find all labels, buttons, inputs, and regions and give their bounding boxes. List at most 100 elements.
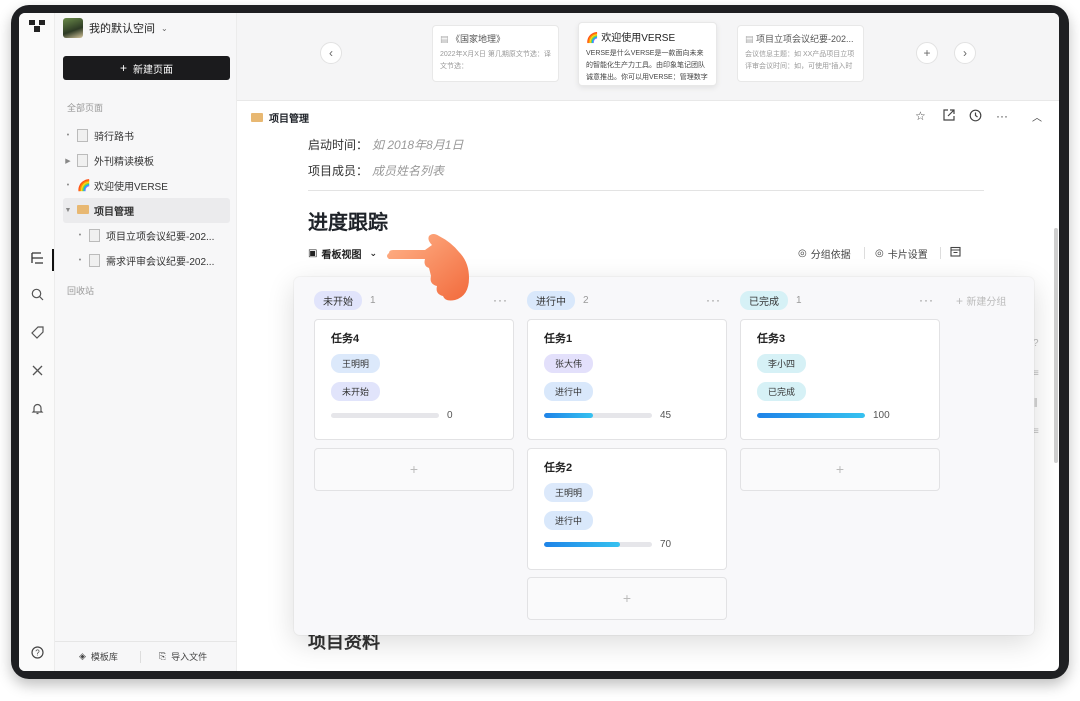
plus-icon: + [956,294,967,308]
column-status-pill: 未开始 [314,290,362,310]
more-icon[interactable]: ··· [919,293,934,307]
sidebar-item-kickoff-minutes[interactable]: • 项目立项会议纪要-202... [63,223,230,248]
tab-title: 《国家地理》 [451,34,506,44]
task-card[interactable]: 任务2 王明明 进行中 70 [527,448,727,570]
person-tag: 张大伟 [544,354,594,373]
tab-national-geographic[interactable]: ▤ 《国家地理》 2022年X月X日 第几期原文节选：译文节选： [432,25,559,82]
search-icon[interactable] [28,288,46,306]
tab-kickoff-minutes[interactable]: ▤ 项目立项会议纪要-202... 会议信息主题：如 XX产品项目立项评审会议时… [737,25,864,82]
templates-button[interactable]: ◈ 模板库 [79,650,118,663]
column-header[interactable]: 未开始 1 [314,290,376,310]
kanban-board: 未开始 1 ··· 任务4 王明明 未开始 0 + 进行中 2 ··· 任务1 … [294,277,1034,635]
tab-snippet: 会议信息主题：如 XX产品项目立项评审会议时间：如，可使用“插入时间”添加地点：… [745,51,855,70]
members-value[interactable]: 成员姓名列表 [372,164,444,178]
help-icon[interactable]: ? [28,646,46,664]
progress: 45 [544,410,710,421]
column-count: 1 [370,294,376,306]
toolbar-divider [940,247,941,259]
scrollbar[interactable] [1054,228,1058,463]
layers-icon: ◈ [79,651,86,661]
add-tab-button[interactable]: + [916,42,938,64]
chevron-down-icon[interactable]: ▼ [63,207,73,214]
divider [308,190,984,191]
person-tag: 王明明 [544,483,594,502]
workspace-switcher[interactable]: 我的默认空间 ⌄ [63,17,168,39]
more-icon[interactable]: ··· [706,293,721,307]
trash-link[interactable]: 回收站 [67,284,94,297]
sidebar-item-label: 外刊精读模板 [94,157,154,168]
new-group-button[interactable]: + 新建分组 [956,293,1006,308]
column-header[interactable]: 进行中 2 [527,290,589,310]
status-tag: 进行中 [544,382,594,401]
workspace-name: 我的默认空间 [89,23,155,35]
chevron-right-icon[interactable]: ▶ [63,157,73,165]
svg-text:?: ? [35,649,40,658]
outline-icon[interactable] [28,251,46,269]
workspace-avatar [63,18,83,38]
share-icon[interactable] [943,109,955,124]
more-icon[interactable]: ··· [996,109,1008,123]
new-page-button[interactable]: + 新建页面 [63,56,230,80]
group-by-button[interactable]: ◎ 分组依据 [798,246,851,261]
progress: 0 [331,410,497,421]
status-tag: 已完成 [757,382,807,401]
progress-fill [757,413,865,418]
rainbow-icon: 🌈 [77,180,91,192]
tab-snippet: VERSE是什么VERSE是一款面向未来的智能化生产力工具。由印象笔记团队诚意推… [586,50,708,81]
column-header[interactable]: 已完成 1 [740,290,802,310]
card-settings-button[interactable]: ◎ 卡片设置 [875,246,928,261]
start-time-value[interactable]: 如 2018年8月1日 [372,138,463,152]
members-property[interactable]: 项目成员： 成员姓名列表 [308,162,444,179]
app-logo-icon[interactable] [28,19,46,37]
sidebar-item-label: 骑行路书 [94,132,134,143]
tab-snippet: 2022年X月X日 第几期原文节选：译文节选： [440,51,551,70]
sidebar: 我的默认空间 ⌄ + 新建页面 全部页面 • 骑行路书 ▶ 外刊精读模板 • 🌈… [55,13,237,671]
chevron-right-icon[interactable]: › [954,42,976,64]
all-pages-label: 全部页面 [67,103,104,113]
collapse-icon[interactable]: ︿ [1032,109,1042,124]
sidebar-item-riding-book[interactable]: • 骑行路书 [63,123,230,148]
new-group-label: 新建分组 [966,297,1007,308]
sidebar-item-welcome-verse[interactable]: • 🌈 欢迎使用VERSE [63,173,230,198]
members-label: 项目成员： [308,164,369,178]
sidebar-item-review-minutes[interactable]: • 需求评审会议纪要-202... [63,248,230,273]
task-card[interactable]: 任务1 张大伟 进行中 45 [527,319,727,440]
board-view-icon: ▣ [308,248,318,259]
add-card-button[interactable]: + [314,448,514,491]
import-icon: ⎘ [158,651,167,661]
progress-value: 45 [660,410,672,421]
task-title: 任务2 [544,462,573,474]
folder-icon [77,204,89,217]
chevron-left-icon[interactable]: ‹ [320,42,342,64]
sidebar-item-project-management[interactable]: ▼ 项目管理 [63,198,230,223]
progress-bar [544,413,652,418]
sidebar-item-reading-template[interactable]: ▶ 外刊精读模板 [63,148,230,173]
add-card-button[interactable]: + [527,577,727,620]
import-file-button[interactable]: ⎘ 导入文件 [159,650,207,663]
doc-icon [89,229,100,242]
task-card[interactable]: 任务3 李小四 已完成 100 [740,319,940,440]
bell-icon[interactable] [28,402,46,420]
breadcrumb[interactable]: 项目管理 [251,110,309,125]
tools-icon[interactable] [28,364,46,382]
task-card[interactable]: 任务4 王明明 未开始 0 [314,319,514,440]
page-tree: • 骑行路书 ▶ 外刊精读模板 • 🌈 欢迎使用VERSE ▼ 项目管理 • 项… [63,123,230,273]
tab-title: 欢迎使用VERSE [601,33,676,44]
history-icon[interactable] [969,109,982,125]
doc-icon [89,254,100,267]
doc-icon: ▤ [440,34,452,44]
chevron-down-icon: ⌄ [369,248,377,258]
breadcrumb-title: 项目管理 [269,114,309,125]
start-time-property[interactable]: 启动时间：如 2018年8月1日 [308,136,463,153]
add-card-button[interactable]: + [740,448,940,491]
tab-welcome-verse[interactable]: 🌈 欢迎使用VERSE VERSE是什么VERSE是一款面向未来的智能化生产力工… [578,22,717,86]
column-count: 1 [796,294,802,306]
star-icon[interactable]: ☆ [915,109,926,123]
view-selector[interactable]: ▣ 看板视图 ⌄ [308,246,377,261]
calendar-icon[interactable] [950,246,961,257]
tab-title: 项目立项会议纪要-202... [756,34,854,44]
progress-value: 70 [660,539,672,550]
group-by-label: 分组依据 [810,250,851,261]
more-icon[interactable]: ··· [493,293,508,307]
tag-icon[interactable] [28,326,46,344]
